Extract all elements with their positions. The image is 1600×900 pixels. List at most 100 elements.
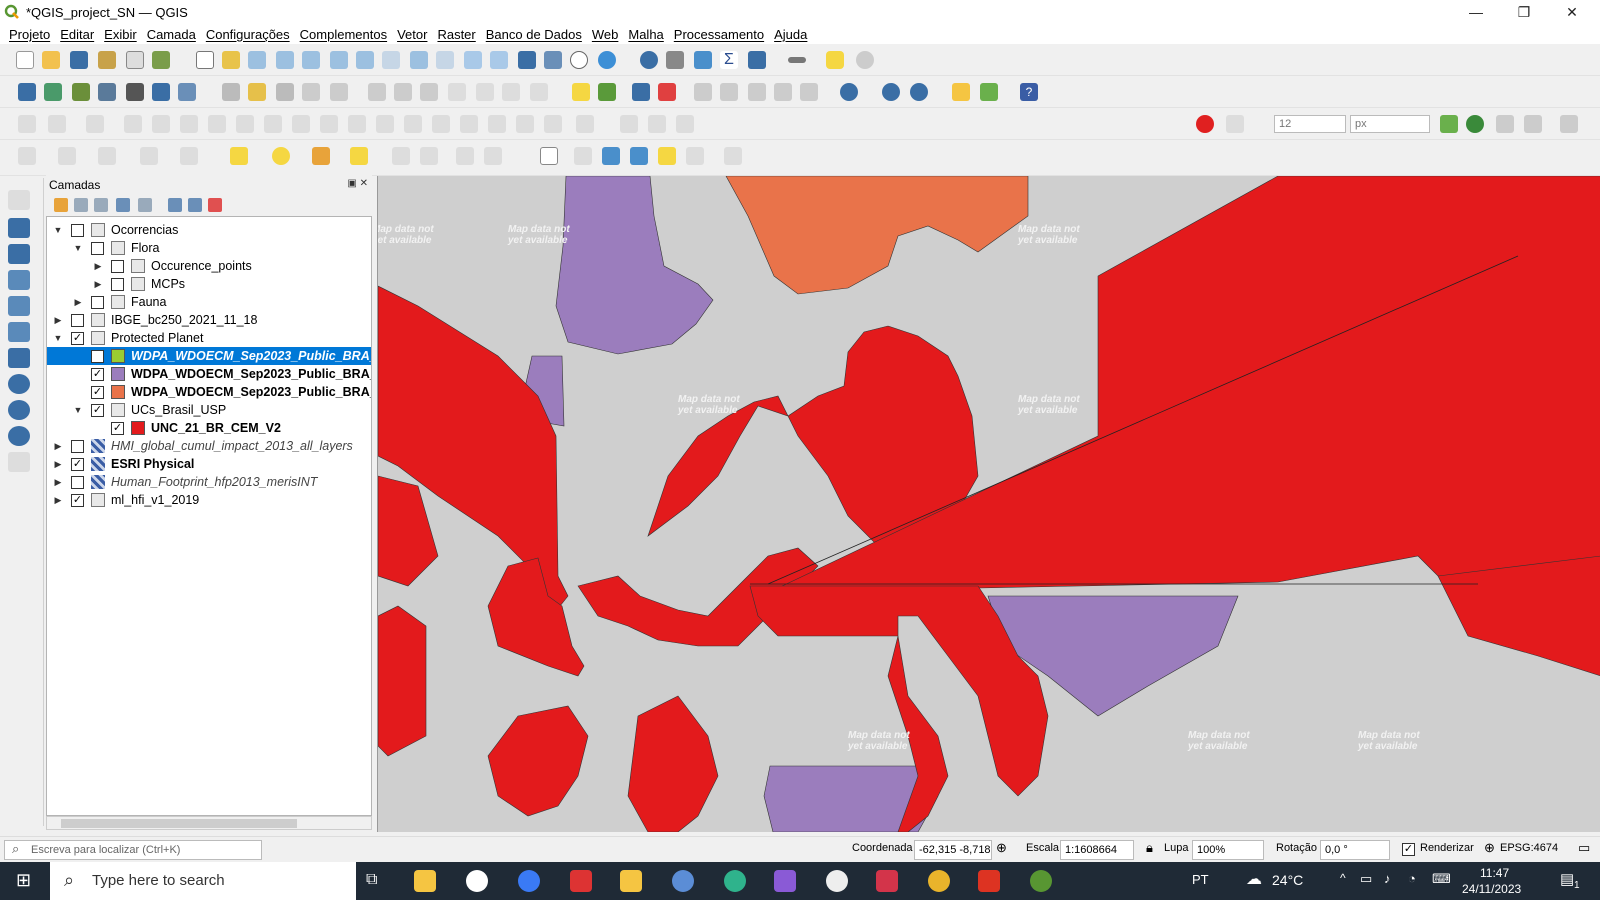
highlight-labels-icon[interactable] (632, 83, 650, 101)
select-by-value-icon[interactable] (58, 147, 76, 165)
layer-visibility-checkbox[interactable]: ✓ (71, 493, 84, 507)
zoom-native-icon[interactable] (382, 51, 400, 69)
polygon-annotation-icon[interactable] (602, 147, 620, 165)
taskbar-search-input[interactable]: Type here to search (50, 862, 356, 900)
obsidian-icon[interactable] (774, 870, 796, 892)
qgis-taskbar-icon[interactable] (1030, 870, 1052, 892)
self-snapping-icon[interactable] (1524, 115, 1542, 133)
digitize-icon[interactable] (222, 83, 240, 101)
layout-manager-icon[interactable] (152, 51, 170, 69)
menu-camada[interactable]: Camada (147, 27, 196, 42)
undo-icon[interactable] (502, 83, 520, 101)
layer-row[interactable]: ▶ Fauna (47, 293, 371, 311)
new-layer-side-icon[interactable] (8, 452, 30, 472)
open-project-icon[interactable] (42, 51, 60, 69)
add-raster-icon[interactable] (126, 83, 144, 101)
measure-icon[interactable] (788, 57, 806, 63)
align-icon[interactable] (620, 115, 638, 133)
add-group-icon[interactable] (74, 198, 88, 212)
layer-visibility-checkbox[interactable]: ✓ (71, 331, 84, 345)
layers-horizontal-scrollbar[interactable] (46, 816, 372, 830)
menu-banco-de-dados[interactable]: Banco de Dados (486, 27, 582, 42)
power-bi-icon[interactable] (414, 870, 436, 892)
layer-visibility-checkbox[interactable] (71, 223, 84, 237)
crs-button[interactable]: EPSG:4674 (1500, 842, 1558, 854)
magnifier-field[interactable]: 100% (1192, 840, 1264, 860)
select-features-icon[interactable] (18, 147, 36, 165)
save-edits-icon[interactable] (276, 83, 294, 101)
filter-legend-icon[interactable] (116, 198, 130, 212)
add-vector-icon[interactable] (72, 83, 90, 101)
menu-exibir[interactable]: Exibir (104, 27, 137, 42)
add-point-cloud-side-icon[interactable] (8, 270, 30, 290)
app-circle-icon[interactable] (466, 870, 488, 892)
coordinate-field[interactable]: -62,315 -8,718 (914, 840, 992, 860)
r-app-icon[interactable] (672, 870, 694, 892)
paste-features-icon[interactable] (476, 83, 494, 101)
select-rectangle-icon[interactable] (230, 147, 248, 165)
split-parts-icon[interactable] (432, 115, 450, 133)
clock-time[interactable]: 11:47 (1480, 866, 1509, 880)
rectangle-icon[interactable] (48, 115, 66, 133)
text-format-icon[interactable] (724, 147, 742, 165)
add-postgis-side-icon[interactable] (8, 348, 30, 368)
menu-malha[interactable]: Malha (628, 27, 663, 42)
zoom-last-icon[interactable] (410, 51, 428, 69)
select-by-expression-icon[interactable] (98, 147, 116, 165)
rotate-symbols-icon[interactable] (516, 115, 534, 133)
menu-raster[interactable]: Raster (437, 27, 475, 42)
zoom-next-icon[interactable] (436, 51, 454, 69)
copy-features-icon[interactable] (448, 83, 466, 101)
temporal-controller-icon[interactable] (570, 51, 588, 69)
new-map-view-icon[interactable] (464, 51, 482, 69)
add-part-icon[interactable] (236, 115, 254, 133)
layer-visibility-checkbox[interactable] (91, 295, 104, 309)
layer-row[interactable]: ▼ Ocorrencias (47, 221, 371, 239)
delete-part-icon[interactable] (320, 115, 338, 133)
plugin-icon[interactable] (980, 83, 998, 101)
reshape-icon[interactable] (348, 115, 366, 133)
snapping-magnet-icon[interactable] (1196, 115, 1214, 133)
select-polygon-icon[interactable] (350, 147, 368, 165)
panel-float-close-icon[interactable]: ▣ ✕ (347, 178, 368, 189)
expand-arrow-icon[interactable]: ▶ (53, 315, 63, 326)
simplify-icon[interactable] (180, 115, 198, 133)
close-button[interactable]: ✕ (1548, 0, 1596, 24)
expand-arrow-icon[interactable]: ▶ (53, 441, 63, 452)
menu-complementos[interactable]: Complementos (300, 27, 387, 42)
zoom-full-icon[interactable] (302, 51, 320, 69)
menu-web[interactable]: Web (592, 27, 619, 42)
expand-arrow-icon[interactable]: ▶ (53, 495, 63, 506)
expand-arrow-icon[interactable]: ▶ (53, 477, 63, 488)
wfs-icon[interactable] (910, 83, 928, 101)
add-ring-icon[interactable] (208, 115, 226, 133)
annotation-icon[interactable] (392, 147, 410, 165)
layer-row[interactable]: ▶ Human_Footprint_hfp2013_merisINT (47, 473, 371, 491)
layer-visibility-checkbox[interactable] (71, 475, 84, 489)
line-annotation-icon[interactable] (630, 147, 648, 165)
layer-row[interactable]: ✓ UNC_21_BR_CEM_V2 (47, 419, 371, 437)
save-as-icon[interactable] (98, 51, 116, 69)
shape-digitize-icon[interactable] (18, 115, 36, 133)
scrollbar-thumb[interactable] (61, 819, 297, 828)
new-bookmark-icon[interactable] (518, 51, 536, 69)
messenger-icon[interactable] (518, 870, 540, 892)
expand-all-icon[interactable] (168, 198, 182, 212)
add-feature-icon[interactable] (302, 83, 320, 101)
weather-cloud-icon[interactable]: ☁ (1246, 869, 1262, 889)
fill-ring-icon[interactable] (264, 115, 282, 133)
menu-configuracoes[interactable]: Configurações (206, 27, 290, 42)
keyboard-icon[interactable]: ⌨ (1432, 871, 1451, 887)
menu-processamento[interactable]: Processamento (674, 27, 764, 42)
layer-visibility-checkbox[interactable] (91, 241, 104, 255)
edge-browser-icon[interactable] (724, 870, 746, 892)
task-view-icon[interactable]: ⧉ (366, 871, 377, 889)
layer-row[interactable]: WDPA_WDOECM_Sep2023_Public_BRA_s (47, 347, 371, 365)
layer-row[interactable]: ▼ Flora (47, 239, 371, 257)
flag-app-icon[interactable] (570, 870, 592, 892)
python-console-icon[interactable] (952, 83, 970, 101)
avoid-overlap-icon[interactable] (1560, 115, 1578, 133)
layer-row[interactable]: ▶ MCPs (47, 275, 371, 293)
rotate-label-icon[interactable] (748, 83, 766, 101)
zoom-in-icon[interactable] (248, 51, 266, 69)
